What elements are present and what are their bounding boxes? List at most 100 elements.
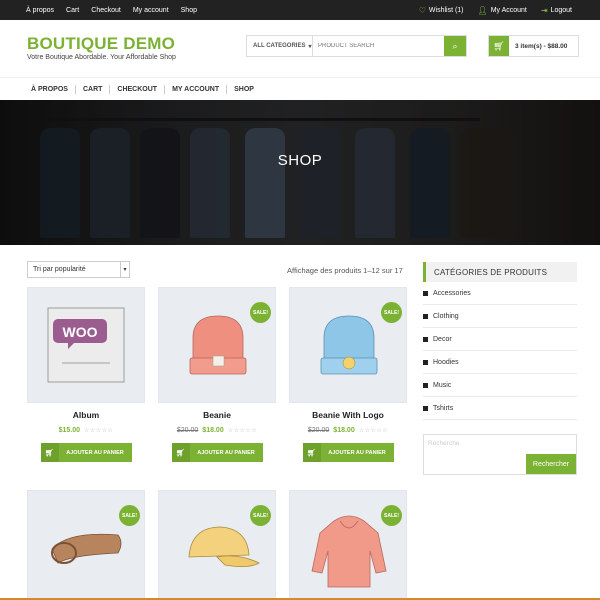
add-to-cart-label: AJOUTER AU PANIER	[328, 449, 386, 456]
square-bullet-icon	[423, 359, 428, 365]
square-bullet-icon	[423, 405, 428, 411]
sidebar-search-button[interactable]: Rechercher	[526, 454, 576, 474]
product-card[interactable]: WOO Album $15.00 ☆☆☆☆☆ 🛒︎ AJOUTER AU PAN…	[27, 287, 145, 462]
mini-cart[interactable]: 🛒︎ 3 item(s) - $88.00	[488, 35, 579, 57]
category-list: Accessories Clothing Decor Hoodies Music…	[423, 282, 577, 420]
rating-stars-icon: ☆☆☆☆☆	[358, 428, 389, 434]
top-link-a-propos[interactable]: À propos	[26, 7, 54, 14]
search-button[interactable]: ⌕	[444, 36, 466, 56]
add-to-cart-button[interactable]: 🛒︎ AJOUTER AU PANIER	[40, 443, 132, 462]
top-link-checkout[interactable]: Checkout	[91, 7, 121, 14]
wishlist-label: Wishlist (1)	[428, 6, 464, 14]
product-card[interactable]: SALE!	[289, 490, 407, 600]
category-label: Hoodies	[433, 358, 459, 366]
product-price: $18.00	[202, 427, 224, 434]
category-select[interactable]: ALL CATEGORIES ▾	[247, 36, 313, 56]
hero-overlay	[0, 100, 600, 245]
wishlist-link[interactable]: ♡ Wishlist (1)	[419, 6, 464, 15]
cart-icon: 🛒︎	[40, 443, 59, 462]
category-item-hoodies[interactable]: Hoodies	[423, 351, 577, 374]
add-to-cart-label: AJOUTER AU PANIER	[197, 449, 255, 456]
logout-icon: ⇥	[540, 5, 548, 15]
top-link-cart[interactable]: Cart	[66, 7, 79, 14]
logout-link[interactable]: ⇥ Logout	[541, 6, 572, 15]
category-label: Clothing	[433, 312, 459, 320]
sort-select-value: Tri par popularité	[33, 266, 86, 273]
sort-select[interactable]: Tri par popularité ▾	[27, 261, 130, 278]
category-label: Music	[433, 381, 452, 389]
top-link-shop[interactable]: Shop	[181, 7, 197, 14]
my-account-link[interactable]: 👤︎ My Account	[478, 6, 527, 15]
product-price-row: $20.00 $18.00 ☆☆☆☆☆	[158, 427, 276, 434]
result-count: Affichage des produits 1–12 sur 17	[287, 266, 403, 275]
sale-badge: SALE!	[250, 302, 271, 323]
product-name[interactable]: Beanie	[158, 410, 276, 420]
logout-label: Logout	[550, 6, 572, 14]
nav-item-shop[interactable]: SHOP	[227, 85, 261, 94]
heart-icon: ♡	[418, 5, 426, 15]
product-price-row: $20.00 $18.00 ☆☆☆☆☆	[289, 427, 407, 434]
top-links: À propos Cart Checkout My account Shop	[26, 0, 197, 20]
album-icon: WOO	[47, 307, 125, 383]
hero-banner: SHOP	[0, 100, 600, 245]
square-bullet-icon	[423, 336, 428, 342]
sidebar: CATÉGORIES DE PRODUITS Accessories Cloth…	[423, 262, 577, 475]
product-image[interactable]: SALE!	[289, 490, 407, 600]
sidebar-search: Recherche Rechercher	[423, 434, 577, 475]
product-image[interactable]: SALE!	[158, 490, 276, 600]
category-item-tshirts[interactable]: Tshirts	[423, 397, 577, 420]
site-title[interactable]: BOUTIQUE DEMO	[27, 34, 175, 54]
category-item-accessories[interactable]: Accessories	[423, 282, 577, 305]
add-to-cart-button[interactable]: 🛒︎ AJOUTER AU PANIER	[302, 443, 394, 462]
rating-stars-icon: ☆☆☆☆☆	[84, 428, 114, 434]
search-icon: ⌕	[452, 40, 458, 51]
cart-summary: 3 item(s) - $88.00	[515, 42, 568, 50]
square-bullet-icon	[423, 382, 428, 388]
chevron-down-icon: ▾	[308, 43, 312, 50]
category-item-clothing[interactable]: Clothing	[423, 305, 577, 328]
top-account-links: ♡ Wishlist (1) 👤︎ My Account ⇥ Logout	[419, 0, 572, 20]
my-account-label: My Account	[490, 6, 527, 14]
product-price: $15.00	[58, 427, 80, 434]
nav-item-checkout[interactable]: CHECKOUT	[110, 84, 166, 94]
nav-item-my-account[interactable]: MY ACCOUNT	[165, 84, 228, 94]
product-search-input[interactable]	[313, 36, 444, 56]
chevron-down-icon: ▾	[120, 262, 129, 277]
page-title: SHOP	[277, 152, 323, 169]
nav-item-cart[interactable]: CART	[76, 84, 111, 94]
category-select-value: ALL CATEGORIES	[253, 43, 306, 49]
product-categories-title: CATÉGORIES DE PRODUITS	[423, 262, 577, 282]
square-bullet-icon	[423, 313, 428, 319]
add-to-cart-label: AJOUTER AU PANIER	[66, 449, 124, 456]
product-image[interactable]: SALE!	[158, 287, 276, 403]
product-search-bar: ALL CATEGORIES ▾ ⌕	[246, 35, 467, 57]
sale-badge: SALE!	[119, 505, 140, 526]
square-bullet-icon	[423, 290, 428, 296]
product-image[interactable]: WOO	[27, 287, 145, 403]
product-image[interactable]: SALE!	[289, 287, 407, 403]
product-price: $18.00	[333, 427, 355, 434]
main-nav: À PROPOS CART CHECKOUT MY ACCOUNT SHOP	[0, 77, 600, 100]
nav-item-a-propos[interactable]: À PROPOS	[26, 84, 76, 94]
product-old-price: $20.00	[307, 427, 330, 434]
site-tagline: Votre Boutique Abordable. Your Affordabl…	[27, 54, 176, 61]
category-item-music[interactable]: Music	[423, 374, 577, 397]
category-label: Tshirts	[433, 404, 454, 412]
product-name[interactable]: Beanie With Logo	[289, 410, 407, 420]
cart-icon: 🛒︎	[489, 36, 509, 56]
product-card[interactable]: SALE!	[27, 490, 145, 600]
sale-badge: SALE!	[250, 505, 271, 526]
product-card[interactable]: SALE! Beanie $20.00 $18.00 ☆☆☆☆☆ 🛒︎ AJOU…	[158, 287, 276, 462]
sidebar-search-input[interactable]: Recherche	[428, 440, 459, 447]
product-card[interactable]: SALE!	[158, 490, 276, 600]
top-link-my-account[interactable]: My account	[133, 7, 169, 14]
product-image[interactable]: SALE!	[27, 490, 145, 600]
category-label: Accessories	[433, 289, 471, 297]
add-to-cart-button[interactable]: 🛒︎ AJOUTER AU PANIER	[171, 443, 263, 462]
product-card[interactable]: SALE! Beanie With Logo $20.00 $18.00 ☆☆☆…	[289, 287, 407, 462]
user-icon: 👤︎	[477, 5, 488, 15]
category-label: Decor	[433, 335, 452, 343]
category-item-decor[interactable]: Decor	[423, 328, 577, 351]
product-name[interactable]: Album	[27, 410, 145, 420]
top-bar: À propos Cart Checkout My account Shop ♡…	[0, 0, 600, 20]
